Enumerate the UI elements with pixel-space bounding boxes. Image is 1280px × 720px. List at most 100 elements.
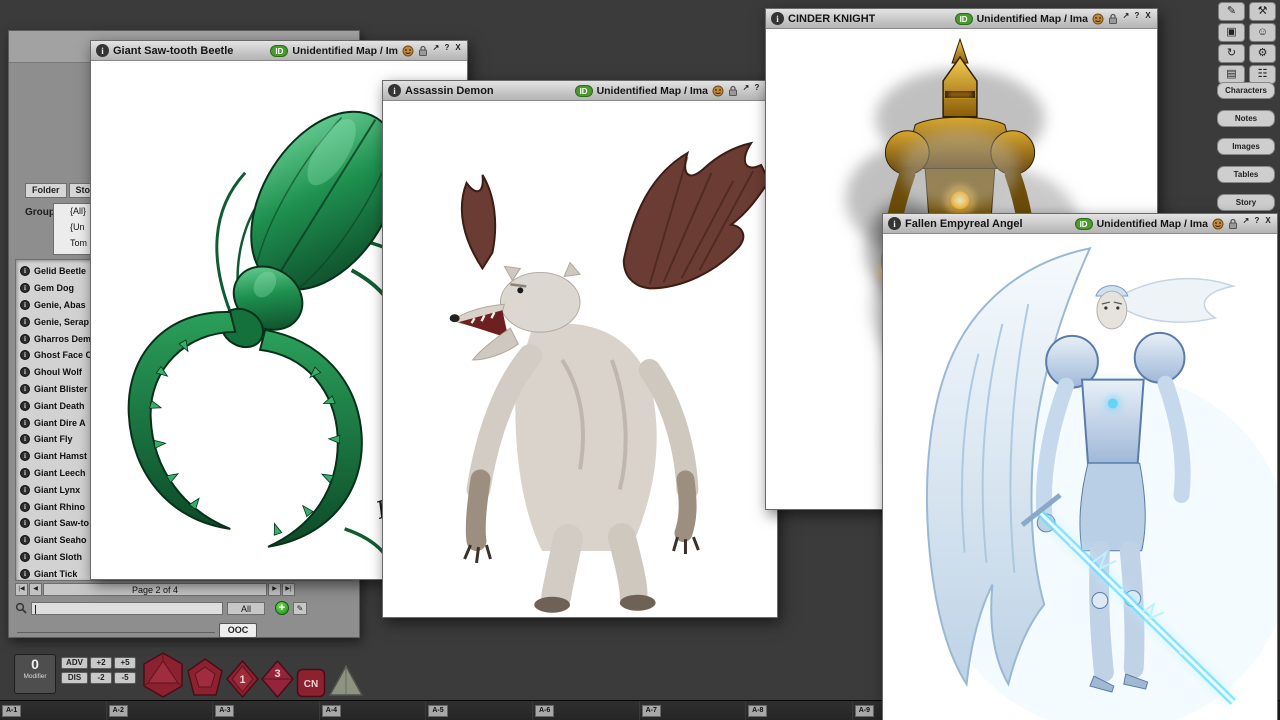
hotbar-slot[interactable]: A-2 <box>107 701 214 720</box>
add-button[interactable]: + <box>275 601 289 615</box>
plus2-button[interactable]: +2 <box>90 657 112 669</box>
info-icon: i <box>20 367 30 377</box>
hotbar-slot[interactable]: A-3 <box>213 701 320 720</box>
sidebar-buttons: Characters Notes Images Tables Story <box>1217 82 1275 211</box>
settings-icon[interactable]: ⚙ <box>1249 44 1276 63</box>
list-item-label: Giant Death <box>34 401 85 411</box>
d6-die[interactable]: CN <box>296 667 326 698</box>
list-item-label: Gelid Beetle <box>34 266 86 276</box>
adv-button[interactable]: ADV <box>61 657 88 669</box>
lock-icon[interactable] <box>728 85 738 97</box>
plus5-button[interactable]: +5 <box>114 657 136 669</box>
hotbar-slot-label: A-1 <box>2 705 21 717</box>
popout-icon[interactable]: ↗ <box>742 83 750 92</box>
sidebar-button-story[interactable]: Story <box>1217 194 1275 211</box>
info-icon[interactable]: i <box>771 12 784 25</box>
hotbar-slot-label: A-8 <box>748 705 767 717</box>
list-item-label: Gharros Dem <box>34 334 91 344</box>
list-item-label: Giant Hamst <box>34 451 87 461</box>
sidebar-button-images[interactable]: Images <box>1217 138 1275 155</box>
image-content-assassin[interactable] <box>383 101 777 617</box>
popout-icon[interactable]: ↗ <box>1242 216 1250 225</box>
d20-die[interactable] <box>142 652 184 698</box>
tools-icon[interactable]: ⚒ <box>1249 2 1276 21</box>
sync-icon[interactable]: ↻ <box>1218 44 1245 63</box>
prev-page-button[interactable]: ◀ <box>29 583 42 596</box>
ooc-button[interactable]: OOC <box>219 623 257 638</box>
window-icon[interactable]: ▣ <box>1218 23 1245 42</box>
players-icon <box>1212 218 1224 230</box>
lock-icon[interactable] <box>418 45 428 57</box>
popout-icon[interactable]: ↗ <box>1122 11 1130 20</box>
list-item-label: Ghoul Wolf <box>34 367 82 377</box>
window-controls: ↗ ? X <box>1122 11 1152 20</box>
d4-die[interactable] <box>328 664 364 698</box>
hotbar-slot[interactable]: A-7 <box>640 701 747 720</box>
info-icon[interactable]: i <box>96 44 109 57</box>
window-titlebar[interactable]: i CINDER KNIGHT ID Unidentified Map / Im… <box>766 9 1157 29</box>
dis-button[interactable]: DIS <box>61 672 88 684</box>
list-item-label: Giant Tick <box>34 569 77 579</box>
sidebar-button-notes[interactable]: Notes <box>1217 110 1275 127</box>
help-icon[interactable]: ? <box>443 43 451 52</box>
sidebar-button-tables[interactable]: Tables <box>1217 166 1275 183</box>
modifier-box[interactable]: 0 Modifier <box>14 654 56 694</box>
svg-text:3: 3 <box>274 668 280 680</box>
close-icon[interactable]: X <box>1144 11 1152 20</box>
window-title: Assassin Demon <box>405 85 494 97</box>
hotbar-slot[interactable]: A-6 <box>533 701 640 720</box>
edit-filter-icon[interactable]: ✎ <box>293 602 307 615</box>
text-caret <box>35 605 36 614</box>
info-icon[interactable]: i <box>388 84 401 97</box>
filter-all-dropdown[interactable]: All <box>227 602 265 615</box>
info-icon: i <box>20 266 30 276</box>
d12-die[interactable] <box>186 658 224 698</box>
tab-folder[interactable]: Folder <box>25 183 67 198</box>
help-icon[interactable]: ? <box>1253 216 1261 225</box>
window-subtitle: Unidentified Map / Ima <box>1097 218 1208 230</box>
help-icon[interactable]: ? <box>753 83 761 92</box>
hotbar-slot[interactable]: A-4 <box>320 701 427 720</box>
info-icon: i <box>20 434 30 444</box>
window-titlebar[interactable]: i Giant Saw-tooth Beetle ID Unidentified… <box>91 41 467 61</box>
info-icon: i <box>20 418 30 428</box>
draw-icon[interactable]: ✎ <box>1218 2 1245 21</box>
hotbar-slot[interactable]: A-1 <box>0 701 107 720</box>
players-icon <box>402 45 414 57</box>
identified-badge: ID <box>575 85 593 97</box>
window-controls: ↗ ? X <box>1242 216 1272 225</box>
sidebar-button-characters[interactable]: Characters <box>1217 82 1275 99</box>
first-page-button[interactable]: |◀ <box>15 583 28 596</box>
minus2-button[interactable]: -2 <box>90 672 112 684</box>
last-page-button[interactable]: ▶| <box>282 583 295 596</box>
lock-icon[interactable] <box>1228 218 1238 230</box>
window-titlebar[interactable]: i Fallen Empyreal Angel ID Unidentified … <box>883 214 1277 234</box>
popout-icon[interactable]: ↗ <box>432 43 440 52</box>
angel-artwork <box>883 234 1277 720</box>
window-titlebar[interactable]: i Assassin Demon ID Unidentified Map / I… <box>383 81 777 101</box>
image-content-angel[interactable] <box>883 234 1277 720</box>
window-title: CINDER KNIGHT <box>788 13 875 25</box>
minus5-button[interactable]: -5 <box>114 672 136 684</box>
help-icon[interactable]: ? <box>1133 11 1141 20</box>
search-input[interactable] <box>31 602 223 615</box>
chat-entry-row: OOC <box>15 623 305 639</box>
chat-entry-line[interactable] <box>17 632 215 633</box>
close-icon[interactable]: X <box>1264 216 1272 225</box>
d10-die[interactable]: 1 <box>226 660 259 698</box>
list-item-label: Giant Dire A <box>34 418 86 428</box>
portrait-icon[interactable]: ☺ <box>1249 23 1276 42</box>
info-icon: i <box>20 283 30 293</box>
hotbar-slot-label: A-5 <box>428 705 447 717</box>
hotbar-slot[interactable]: A-8 <box>746 701 853 720</box>
hotbar-slot-label: A-6 <box>535 705 554 717</box>
list-item-label: Genie, Abas <box>34 300 86 310</box>
info-icon[interactable]: i <box>888 217 901 230</box>
info-icon: i <box>20 485 30 495</box>
d8-die[interactable]: 3 <box>261 660 294 698</box>
close-icon[interactable]: X <box>454 43 462 52</box>
next-page-button[interactable]: ▶ <box>268 583 281 596</box>
hotbar-slot[interactable]: A-5 <box>426 701 533 720</box>
list-item-label: Genie, Serap <box>34 317 89 327</box>
lock-icon[interactable] <box>1108 13 1118 25</box>
